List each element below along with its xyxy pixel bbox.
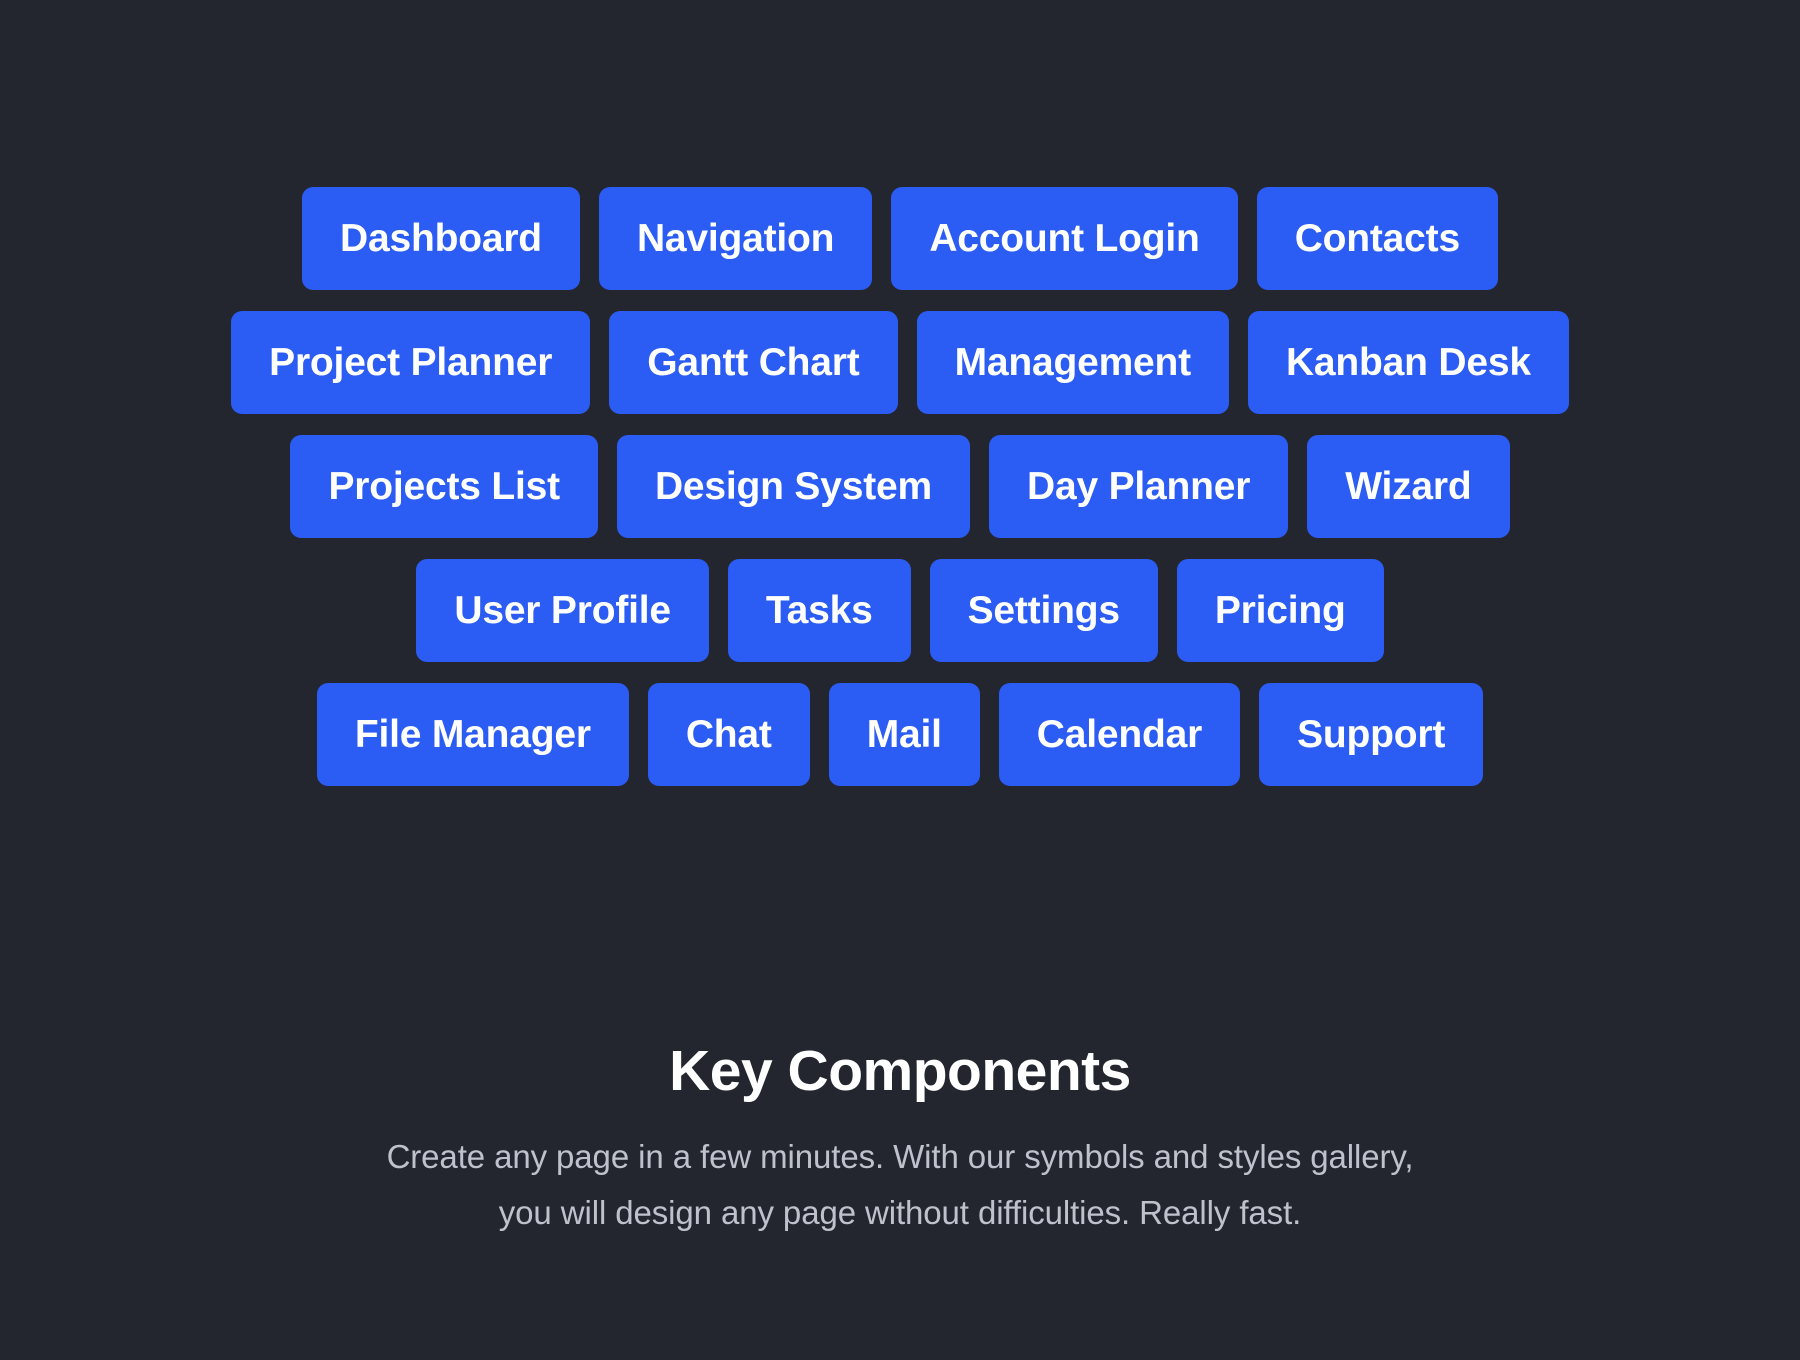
chip-button-navigation[interactable]: Navigation xyxy=(598,187,873,290)
footer-block: Key Components Create any page in a few … xyxy=(0,1040,1800,1242)
chip-button-user-profile[interactable]: User Profile xyxy=(416,559,709,662)
chip-button-projects-list[interactable]: Projects List xyxy=(290,435,598,538)
chip-button-mail[interactable]: Mail xyxy=(828,683,980,786)
chip-button-design-system[interactable]: Design System xyxy=(616,435,970,538)
chip-button-management[interactable]: Management xyxy=(916,311,1229,414)
chip-button-account-login[interactable]: Account Login xyxy=(891,187,1238,290)
chip-button-calendar[interactable]: Calendar xyxy=(998,683,1241,786)
chip-button-day-planner[interactable]: Day Planner xyxy=(988,435,1289,538)
chip-button-gantt-chart[interactable]: Gantt Chart xyxy=(609,311,898,414)
chip-button-settings[interactable]: Settings xyxy=(929,559,1158,662)
chip-row-5: File Manager Chat Mail Calendar Support xyxy=(316,683,1484,786)
chip-row-3: Projects List Design System Day Planner Wiz… xyxy=(290,435,1510,538)
chip-button-dashboard[interactable]: Dashboard xyxy=(302,187,580,290)
chip-button-chat[interactable]: Chat xyxy=(647,683,810,786)
chip-button-support[interactable]: Support xyxy=(1259,683,1484,786)
chip-button-contacts[interactable]: Contacts xyxy=(1256,187,1498,290)
chip-row-2: Project Planner Gantt Chart Management Kanb… xyxy=(231,311,1569,414)
chip-button-project-planner[interactable]: Project Planner xyxy=(231,311,591,414)
chip-button-tasks[interactable]: Tasks xyxy=(727,559,911,662)
chip-row-1: Dashboard Navigation Account Login Contacts xyxy=(302,187,1498,290)
page-title: Key Components xyxy=(669,1039,1131,1103)
page-root: Dashboard Navigation Account Login Contacts… xyxy=(0,0,1800,1360)
page-subtitle-line-2: you will design any page without difficu… xyxy=(498,1194,1302,1232)
chip-button-pricing[interactable]: Pricing xyxy=(1176,559,1384,662)
chip-row-4: User Profile Tasks Settings Pricing xyxy=(416,559,1384,662)
page-subtitle: Create any page in a few minutes. With o… xyxy=(270,1129,1530,1243)
chip-button-wizard[interactable]: Wizard xyxy=(1307,435,1510,538)
chip-button-file-manager[interactable]: File Manager xyxy=(316,683,629,786)
page-subtitle-line-1: Create any page in a few minutes. With o… xyxy=(386,1137,1414,1175)
component-chip-grid: Dashboard Navigation Account Login Contacts… xyxy=(0,187,1800,786)
chip-button-kanban-desk[interactable]: Kanban Desk xyxy=(1247,311,1569,414)
